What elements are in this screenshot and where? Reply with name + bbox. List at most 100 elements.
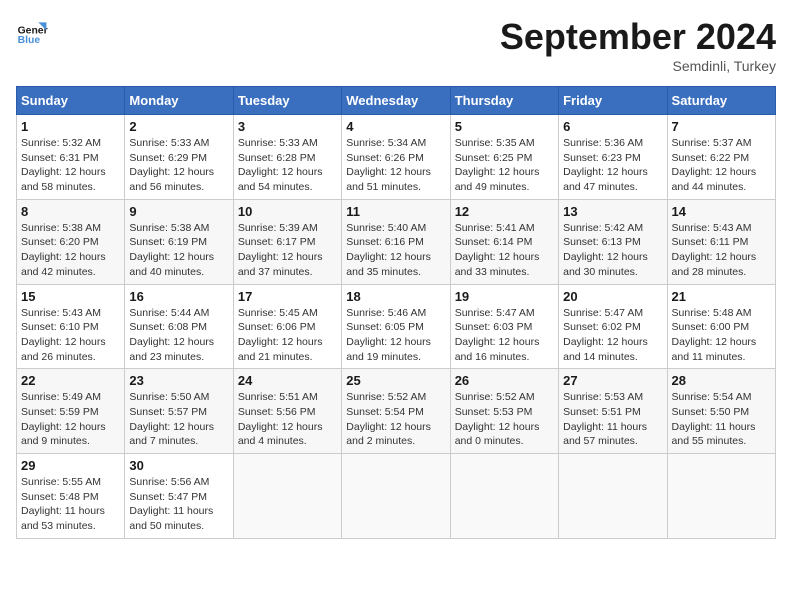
day-number: 5 [455,119,554,134]
day-info: Sunrise: 5:55 AM Sunset: 5:48 PM Dayligh… [21,475,120,534]
calendar-cell: 29 Sunrise: 5:55 AM Sunset: 5:48 PM Dayli… [17,454,125,539]
calendar-cell: 8Sunrise: 5:38 AM Sunset: 6:20 PM Daylig… [17,199,125,284]
calendar-table: SundayMondayTuesdayWednesdayThursdayFrid… [16,86,776,539]
day-info: Sunrise: 5:49 AM Sunset: 5:59 PM Dayligh… [21,390,120,449]
calendar-cell: 22 Sunrise: 5:49 AM Sunset: 5:59 PM Dayli… [17,369,125,454]
calendar-cell: 4Sunrise: 5:34 AM Sunset: 6:26 PM Daylig… [342,115,450,200]
calendar-row-2: 15 Sunrise: 5:43 AM Sunset: 6:10 PM Dayli… [17,284,776,369]
calendar-cell: 16Sunrise: 5:44 AM Sunset: 6:08 PM Dayli… [125,284,233,369]
calendar-cell [450,454,558,539]
day-number: 24 [238,373,337,388]
day-info: Sunrise: 5:33 AM Sunset: 6:29 PM Dayligh… [129,136,228,195]
month-title: September 2024 [500,16,776,58]
header-wednesday: Wednesday [342,87,450,115]
day-info: Sunrise: 5:37 AM Sunset: 6:22 PM Dayligh… [672,136,771,195]
day-number: 29 [21,458,120,473]
day-info: Sunrise: 5:34 AM Sunset: 6:26 PM Dayligh… [346,136,445,195]
calendar-cell: 14 Sunrise: 5:43 AM Sunset: 6:11 PM Dayli… [667,199,775,284]
calendar-cell: 5Sunrise: 5:35 AM Sunset: 6:25 PM Daylig… [450,115,558,200]
day-number: 14 [672,204,771,219]
day-info: Sunrise: 5:41 AM Sunset: 6:14 PM Dayligh… [455,221,554,280]
calendar-cell: 27 Sunrise: 5:53 AM Sunset: 5:51 PM Dayli… [559,369,667,454]
calendar-cell: 21Sunrise: 5:48 AM Sunset: 6:00 PM Dayli… [667,284,775,369]
day-number: 1 [21,119,120,134]
day-info: Sunrise: 5:36 AM Sunset: 6:23 PM Dayligh… [563,136,662,195]
calendar-row-0: 1 Sunrise: 5:32 AM Sunset: 6:31 PM Daylig… [17,115,776,200]
day-info: Sunrise: 5:42 AM Sunset: 6:13 PM Dayligh… [563,221,662,280]
calendar-cell: 7 Sunrise: 5:37 AM Sunset: 6:22 PM Daylig… [667,115,775,200]
day-number: 13 [563,204,662,219]
calendar-cell: 17Sunrise: 5:45 AM Sunset: 6:06 PM Dayli… [233,284,341,369]
day-number: 19 [455,289,554,304]
calendar-cell [233,454,341,539]
day-number: 18 [346,289,445,304]
day-info: Sunrise: 5:40 AM Sunset: 6:16 PM Dayligh… [346,221,445,280]
calendar-header-row: SundayMondayTuesdayWednesdayThursdayFrid… [17,87,776,115]
calendar-cell: 10 Sunrise: 5:39 AM Sunset: 6:17 PM Dayli… [233,199,341,284]
calendar-row-3: 22 Sunrise: 5:49 AM Sunset: 5:59 PM Dayli… [17,369,776,454]
day-number: 23 [129,373,228,388]
calendar-cell: 30 Sunrise: 5:56 AM Sunset: 5:47 PM Dayli… [125,454,233,539]
calendar-cell: 1 Sunrise: 5:32 AM Sunset: 6:31 PM Daylig… [17,115,125,200]
day-number: 20 [563,289,662,304]
day-number: 12 [455,204,554,219]
day-info: Sunrise: 5:38 AM Sunset: 6:20 PM Dayligh… [21,221,120,280]
calendar-cell: 3 Sunrise: 5:33 AM Sunset: 6:28 PM Daylig… [233,115,341,200]
day-info: Sunrise: 5:45 AM Sunset: 6:06 PM Dayligh… [238,306,337,365]
logo: General Blue [16,16,48,48]
day-info: Sunrise: 5:52 AM Sunset: 5:54 PM Dayligh… [346,390,445,449]
calendar-cell: 9 Sunrise: 5:38 AM Sunset: 6:19 PM Daylig… [125,199,233,284]
header-thursday: Thursday [450,87,558,115]
header-tuesday: Tuesday [233,87,341,115]
svg-text:Blue: Blue [18,35,41,46]
header-monday: Monday [125,87,233,115]
day-info: Sunrise: 5:33 AM Sunset: 6:28 PM Dayligh… [238,136,337,195]
day-number: 26 [455,373,554,388]
header-saturday: Saturday [667,87,775,115]
calendar-row-4: 29 Sunrise: 5:55 AM Sunset: 5:48 PM Dayli… [17,454,776,539]
day-info: Sunrise: 5:38 AM Sunset: 6:19 PM Dayligh… [129,221,228,280]
day-info: Sunrise: 5:47 AM Sunset: 6:03 PM Dayligh… [455,306,554,365]
calendar-cell: 11 Sunrise: 5:40 AM Sunset: 6:16 PM Dayli… [342,199,450,284]
calendar-row-1: 8Sunrise: 5:38 AM Sunset: 6:20 PM Daylig… [17,199,776,284]
day-info: Sunrise: 5:56 AM Sunset: 5:47 PM Dayligh… [129,475,228,534]
calendar-cell: 28 Sunrise: 5:54 AM Sunset: 5:50 PM Dayli… [667,369,775,454]
day-number: 22 [21,373,120,388]
day-number: 11 [346,204,445,219]
day-number: 25 [346,373,445,388]
day-number: 6 [563,119,662,134]
day-info: Sunrise: 5:48 AM Sunset: 6:00 PM Dayligh… [672,306,771,365]
day-info: Sunrise: 5:43 AM Sunset: 6:10 PM Dayligh… [21,306,120,365]
calendar-cell: 23Sunrise: 5:50 AM Sunset: 5:57 PM Dayli… [125,369,233,454]
day-number: 10 [238,204,337,219]
calendar-cell: 19 Sunrise: 5:47 AM Sunset: 6:03 PM Dayli… [450,284,558,369]
header-sunday: Sunday [17,87,125,115]
day-number: 30 [129,458,228,473]
calendar-body: 1 Sunrise: 5:32 AM Sunset: 6:31 PM Daylig… [17,115,776,539]
day-info: Sunrise: 5:53 AM Sunset: 5:51 PM Dayligh… [563,390,662,449]
day-number: 9 [129,204,228,219]
day-info: Sunrise: 5:46 AM Sunset: 6:05 PM Dayligh… [346,306,445,365]
day-number: 28 [672,373,771,388]
day-number: 7 [672,119,771,134]
day-number: 15 [21,289,120,304]
calendar-cell: 25 Sunrise: 5:52 AM Sunset: 5:54 PM Dayli… [342,369,450,454]
calendar-cell: 18 Sunrise: 5:46 AM Sunset: 6:05 PM Dayli… [342,284,450,369]
day-number: 27 [563,373,662,388]
day-info: Sunrise: 5:43 AM Sunset: 6:11 PM Dayligh… [672,221,771,280]
location-subtitle: Semdinli, Turkey [500,58,776,74]
day-info: Sunrise: 5:32 AM Sunset: 6:31 PM Dayligh… [21,136,120,195]
day-number: 3 [238,119,337,134]
logo-icon: General Blue [16,16,48,48]
day-info: Sunrise: 5:39 AM Sunset: 6:17 PM Dayligh… [238,221,337,280]
calendar-cell: 15 Sunrise: 5:43 AM Sunset: 6:10 PM Dayli… [17,284,125,369]
day-number: 2 [129,119,228,134]
day-info: Sunrise: 5:54 AM Sunset: 5:50 PM Dayligh… [672,390,771,449]
calendar-cell: 13 Sunrise: 5:42 AM Sunset: 6:13 PM Dayli… [559,199,667,284]
calendar-cell: 12 Sunrise: 5:41 AM Sunset: 6:14 PM Dayli… [450,199,558,284]
day-info: Sunrise: 5:44 AM Sunset: 6:08 PM Dayligh… [129,306,228,365]
calendar-cell: 20 Sunrise: 5:47 AM Sunset: 6:02 PM Dayli… [559,284,667,369]
day-info: Sunrise: 5:47 AM Sunset: 6:02 PM Dayligh… [563,306,662,365]
title-section: September 2024 Semdinli, Turkey [500,16,776,74]
page-header: General Blue September 2024 Semdinli, Tu… [16,16,776,74]
